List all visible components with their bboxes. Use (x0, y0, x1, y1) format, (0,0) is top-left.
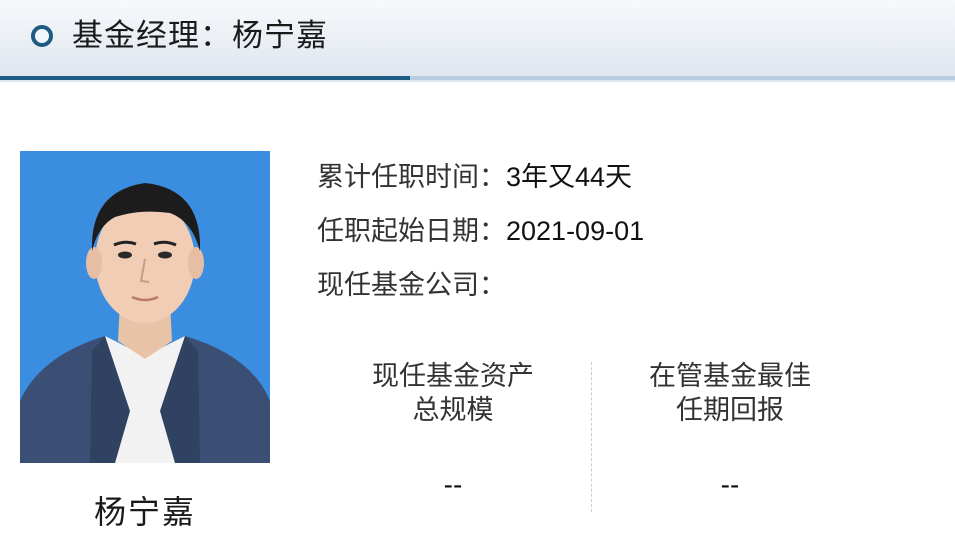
stat-divider (591, 362, 592, 512)
manager-name: 杨宁嘉 (93, 493, 196, 531)
stat-best-return-label-line1: 在管基金最佳 (649, 361, 811, 392)
start-date-label: 任职起始日期： (317, 216, 506, 247)
company-label: 现任基金公司： (317, 270, 506, 301)
stat-best-return-value: -- (720, 469, 740, 500)
stat-best-return: 在管基金最佳 任期回报 -- (610, 360, 850, 502)
company-row: 现任基金公司： (317, 266, 506, 305)
header-underline-accent (0, 76, 410, 80)
stat-total-assets: 现任基金资产 总规模 -- (333, 360, 573, 502)
start-date-row: 任职起始日期：2021-09-01 (317, 212, 644, 251)
stat-total-assets-label-line1: 现任基金资产 (372, 361, 534, 392)
start-date-value: 2021-09-01 (506, 216, 645, 246)
stat-best-return-label-line2: 任期回报 (676, 395, 784, 426)
stat-total-assets-label-line2: 总规模 (412, 395, 494, 426)
tenure-label: 累计任职时间： (317, 162, 506, 193)
section-title: 基金经理：杨宁嘉 (72, 18, 328, 54)
stat-total-assets-value: -- (443, 469, 463, 500)
header-underline (410, 76, 955, 80)
ring-icon (31, 25, 53, 47)
manager-photo (20, 151, 270, 463)
tenure-value: 3年又44天 (506, 162, 633, 192)
section-header: 基金经理：杨宁嘉 (0, 0, 955, 82)
tenure-row: 累计任职时间：3年又44天 (317, 158, 632, 197)
manager-portrait-image (20, 151, 270, 463)
